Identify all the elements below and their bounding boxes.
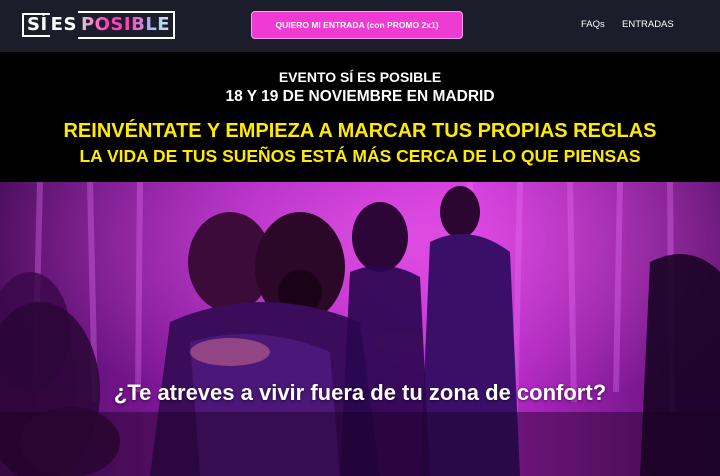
- logo-part-posible: POSIBLE: [77, 11, 176, 39]
- top-navbar: SÍ ES POSIBLE QUIERO MI ENTRADA (con PRO…: [0, 0, 720, 52]
- logo-part-es: ES: [50, 14, 77, 35]
- hero-banner: EVENTO SÍ ES POSIBLE 18 Y 19 DE NOVIEMBR…: [0, 52, 720, 182]
- buy-ticket-button[interactable]: QUIERO MI ENTRADA (con PROMO 2x1): [251, 11, 463, 39]
- logo-part-si: SÍ: [22, 13, 50, 37]
- hero-question: ¿Te atreves a vivir fuera de tu zona de …: [113, 380, 607, 405]
- nav-link-faqs[interactable]: FAQs: [581, 19, 605, 30]
- hero-headline: REINVÉNTATE Y EMPIEZA A MARCAR TUS PROPI…: [63, 120, 657, 142]
- nav-link-entradas[interactable]: ENTRADAS: [622, 19, 674, 30]
- event-date: 18 Y 19 DE NOVIEMBRE EN MADRID: [225, 88, 495, 105]
- event-crowd-photo: [0, 182, 720, 476]
- event-photo-section: ¿Te atreves a vivir fuera de tu zona de …: [0, 182, 720, 476]
- hero-subheadline: LA VIDA DE TUS SUEÑOS ESTÁ MÁS CERCA DE …: [79, 146, 641, 166]
- site-logo[interactable]: SÍ ES POSIBLE: [22, 11, 176, 39]
- event-label: EVENTO SÍ ES POSIBLE: [278, 69, 442, 85]
